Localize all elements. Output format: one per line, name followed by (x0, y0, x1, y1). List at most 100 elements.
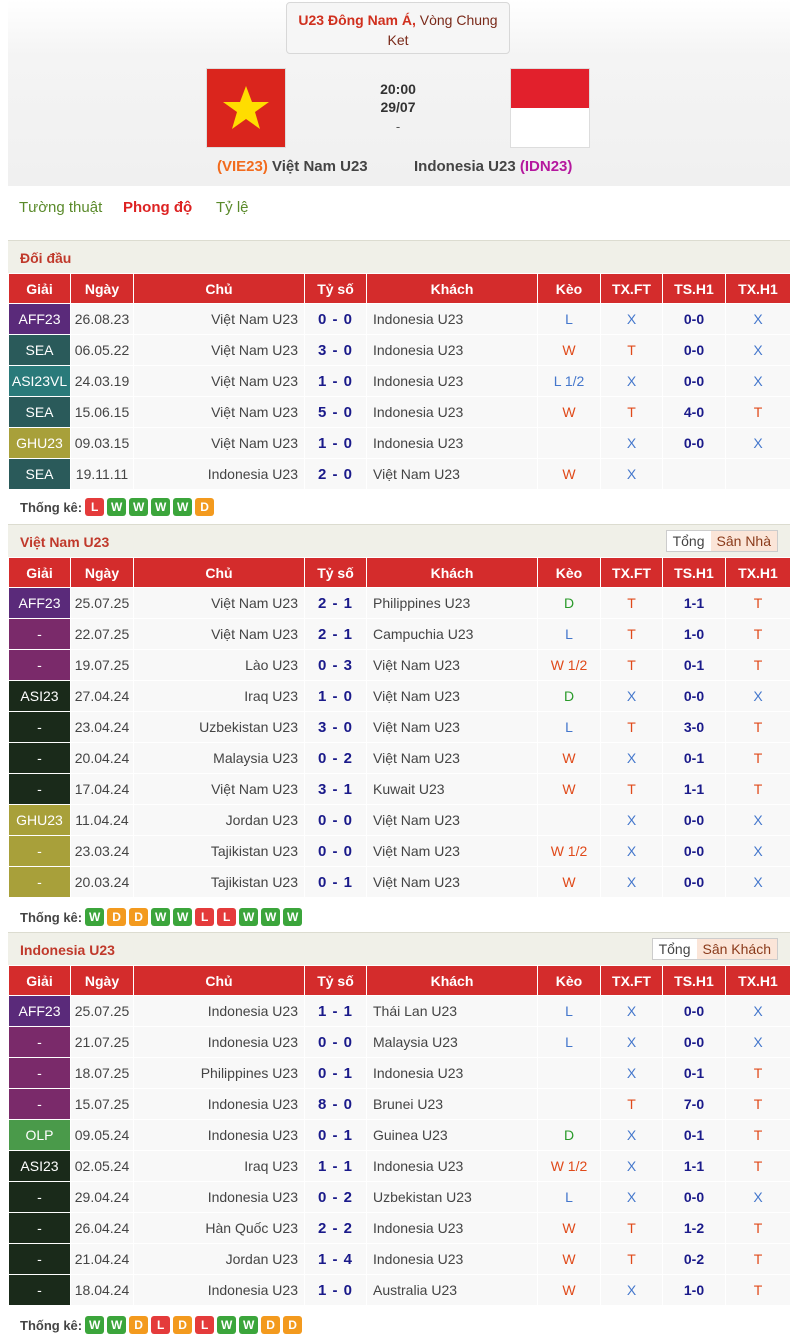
cell-league[interactable]: - (8, 1026, 71, 1058)
match-row[interactable]: -19.07.25 Lào U23 0 - 3 Việt Nam U23 W 1/2 T 0… (8, 649, 791, 681)
column-header-away[interactable]: Khách (366, 273, 538, 304)
cell-home[interactable]: Việt Nam U23 (133, 396, 305, 428)
cell-away[interactable]: Australia U23 (366, 1274, 538, 1306)
cell-league[interactable]: - (8, 1243, 71, 1275)
column-header-league[interactable]: Giải (8, 273, 71, 304)
cell-league[interactable]: - (8, 866, 71, 898)
column-header-ou-ft[interactable]: TX.FT (600, 273, 663, 304)
cell-away[interactable]: Malaysia U23 (366, 1026, 538, 1058)
filter-home[interactable]: Sân Nhà (710, 531, 777, 551)
column-header-ht-score[interactable]: TS.H1 (662, 273, 726, 304)
competition-box[interactable]: U23 Đông Nam Á, Vòng Chung Ket (286, 2, 510, 54)
cell-home[interactable]: Indonesia U23 (133, 1274, 305, 1306)
cell-league[interactable]: - (8, 1088, 71, 1120)
column-header-score[interactable]: Tỷ số (304, 273, 367, 304)
cell-away[interactable]: Indonesia U23 (366, 1243, 538, 1275)
cell-home[interactable]: Việt Nam U23 (133, 303, 305, 335)
column-header-away[interactable]: Khách (366, 965, 538, 996)
match-row[interactable]: SEA 06.05.22 Việt Nam U23 3 - 0 Indonesia U2… (8, 334, 791, 366)
cell-league[interactable]: ASI23 (8, 1150, 71, 1182)
cell-away[interactable]: Việt Nam U23 (366, 680, 538, 712)
cell-home[interactable]: Philippines U23 (133, 1057, 305, 1089)
cell-away[interactable]: Indonesia U23 (366, 1212, 538, 1244)
cell-away[interactable]: Indonesia U23 (366, 427, 538, 459)
cell-away[interactable]: Indonesia U23 (366, 334, 538, 366)
cell-home[interactable]: Indonesia U23 (133, 1026, 305, 1058)
cell-away[interactable]: Việt Nam U23 (366, 835, 538, 867)
column-header-ou-ft[interactable]: TX.FT (600, 965, 663, 996)
cell-away[interactable]: Việt Nam U23 (366, 458, 538, 490)
match-row[interactable]: ASI23VL 24.03.19 Việt Nam U23 1 - 0 Indonesi… (8, 365, 791, 397)
match-row[interactable]: AFF23 25.07.25 Indonesia U23 1 - 1 Thái Lan … (8, 995, 791, 1027)
cell-league[interactable]: - (8, 1057, 71, 1089)
cell-away[interactable]: Thái Lan U23 (366, 995, 538, 1027)
match-row[interactable]: -23.04.24 Uzbekistan U23 3 - 0 Việt Nam U23… (8, 711, 791, 743)
cell-league[interactable]: AFF23 (8, 303, 71, 335)
column-header-date[interactable]: Ngày (70, 965, 134, 996)
cell-home[interactable]: Indonesia U23 (133, 995, 305, 1027)
cell-league[interactable]: AFF23 (8, 995, 71, 1027)
match-row[interactable]: -15.07.25 Indonesia U23 8 - 0 Brunei U23 T 7-… (8, 1088, 791, 1120)
column-header-away[interactable]: Khách (366, 557, 538, 588)
cell-away[interactable]: Uzbekistan U23 (366, 1181, 538, 1213)
tab-form[interactable]: Phong độ (123, 199, 192, 216)
cell-league[interactable]: AFF23 (8, 587, 71, 619)
match-row[interactable]: -22.07.25 Việt Nam U23 2 - 1 Campuchia U23 L… (8, 618, 791, 650)
cell-league[interactable]: - (8, 711, 71, 743)
cell-away[interactable]: Việt Nam U23 (366, 804, 538, 836)
match-row[interactable]: -20.04.24 Malaysia U23 0 - 2 Việt Nam U23 W X… (8, 742, 791, 774)
cell-away[interactable]: Indonesia U23 (366, 1150, 538, 1182)
cell-away[interactable]: Indonesia U23 (366, 303, 538, 335)
match-row[interactable]: SEA 15.06.15 Việt Nam U23 5 - 0 Indonesia U2… (8, 396, 791, 428)
match-row[interactable]: -18.04.24 Indonesia U23 1 - 0 Australia U23… (8, 1274, 791, 1306)
match-row[interactable]: ASI23 27.04.24 Iraq U23 1 - 0 Việt Nam U23 D X… (8, 680, 791, 712)
match-row[interactable]: -21.07.25 Indonesia U23 0 - 0 Malaysia U23 L… (8, 1026, 791, 1058)
away-team[interactable]: Indonesia U23 (IDN23) (414, 158, 572, 175)
cell-away[interactable]: Philippines U23 (366, 587, 538, 619)
cell-league[interactable]: - (8, 1181, 71, 1213)
match-row[interactable]: ASI23 02.05.24 Iraq U23 1 - 1 Indonesia U23 W… (8, 1150, 791, 1182)
column-header-date[interactable]: Ngày (70, 273, 134, 304)
cell-home[interactable]: Việt Nam U23 (133, 365, 305, 397)
filter-total[interactable]: Tổng (667, 531, 711, 551)
cell-home[interactable]: Indonesia U23 (133, 458, 305, 490)
column-header-score[interactable]: Tỷ số (304, 965, 367, 996)
cell-away[interactable]: Guinea U23 (366, 1119, 538, 1151)
home-team[interactable]: (VIE23) Việt Nam U23 (217, 158, 368, 175)
cell-home[interactable]: Tajikistan U23 (133, 835, 305, 867)
cell-league[interactable]: - (8, 835, 71, 867)
cell-away[interactable]: Indonesia U23 (366, 1057, 538, 1089)
tab-odds[interactable]: Tỷ lệ (216, 199, 249, 216)
cell-home[interactable]: Hàn Quốc U23 (133, 1212, 305, 1244)
cell-home[interactable]: Indonesia U23 (133, 1181, 305, 1213)
cell-home[interactable]: Việt Nam U23 (133, 334, 305, 366)
tab-commentary[interactable]: Tường thuật (19, 199, 102, 216)
cell-league[interactable]: ASI23 (8, 680, 71, 712)
match-row[interactable]: GHU23 09.03.15 Việt Nam U23 1 - 0 Indonesia … (8, 427, 791, 459)
column-header-ou-ft[interactable]: TX.FT (600, 557, 663, 588)
match-row[interactable]: GHU23 11.04.24 Jordan U23 0 - 0 Việt Nam U23… (8, 804, 791, 836)
cell-home[interactable]: Indonesia U23 (133, 1088, 305, 1120)
column-header-home[interactable]: Chủ (133, 273, 305, 304)
cell-home[interactable]: Jordan U23 (133, 804, 305, 836)
cell-home[interactable]: Việt Nam U23 (133, 618, 305, 650)
match-row[interactable]: -18.07.25 Philippines U23 0 - 1 Indonesia U… (8, 1057, 791, 1089)
cell-league[interactable]: - (8, 649, 71, 681)
cell-league[interactable]: GHU23 (8, 427, 71, 459)
match-row[interactable]: -21.04.24 Jordan U23 1 - 4 Indonesia U23 W T 0… (8, 1243, 791, 1275)
cell-away[interactable]: Kuwait U23 (366, 773, 538, 805)
cell-home[interactable]: Việt Nam U23 (133, 427, 305, 459)
column-header-league[interactable]: Giải (8, 965, 71, 996)
column-header-home[interactable]: Chủ (133, 965, 305, 996)
cell-away[interactable]: Indonesia U23 (366, 365, 538, 397)
cell-league[interactable]: OLP (8, 1119, 71, 1151)
column-header-ht-score[interactable]: TS.H1 (662, 557, 726, 588)
column-header-ou-ht[interactable]: TX.H1 (725, 273, 791, 304)
cell-home[interactable]: Iraq U23 (133, 1150, 305, 1182)
column-header-ou-ht[interactable]: TX.H1 (725, 965, 791, 996)
column-header-ht-score[interactable]: TS.H1 (662, 965, 726, 996)
cell-home[interactable]: Việt Nam U23 (133, 587, 305, 619)
cell-away[interactable]: Việt Nam U23 (366, 866, 538, 898)
cell-league[interactable]: - (8, 773, 71, 805)
match-row[interactable]: AFF23 26.08.23 Việt Nam U23 0 - 0 Indonesia … (8, 303, 791, 335)
